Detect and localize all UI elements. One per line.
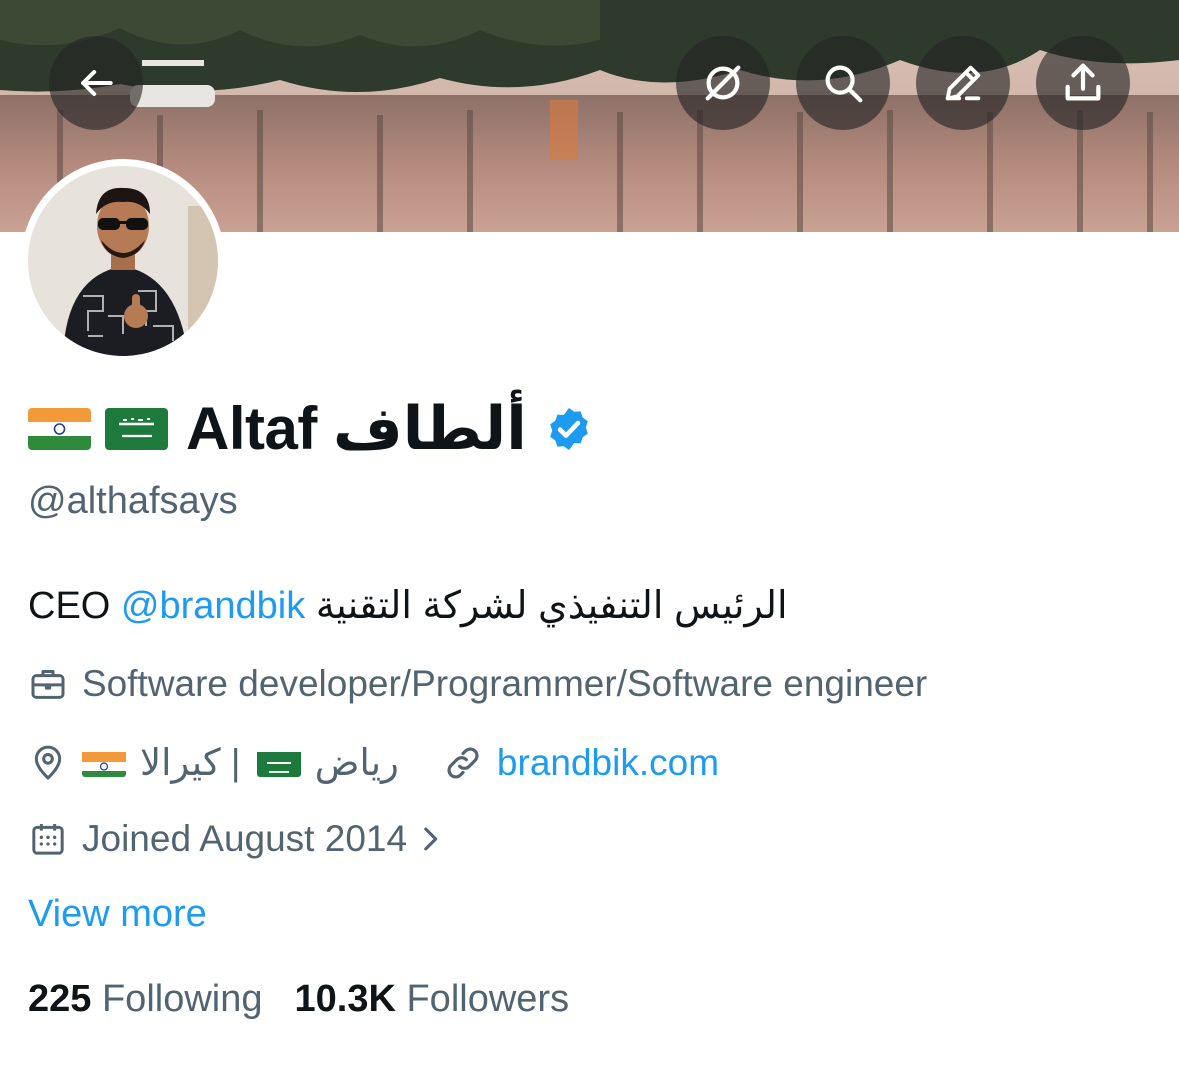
follow-stats: 225 Following 10.3K Followers (28, 978, 569, 1021)
search-icon (825, 65, 863, 103)
chevron-right-icon (424, 827, 438, 851)
india-flag-icon (28, 408, 91, 450)
following-stat[interactable]: 225 Following (28, 978, 263, 1021)
following-label: Following (101, 978, 263, 1020)
location-part-kerala: كيرالا (140, 742, 221, 783)
followers-count: 10.3K (294, 978, 396, 1020)
india-flag-small-icon (82, 748, 126, 777)
saudi-flag-small-icon (256, 748, 301, 777)
location-part-riyadh: رياض (314, 742, 399, 783)
share-button[interactable] (1036, 36, 1130, 130)
saudi-flag-icon (105, 408, 168, 450)
view-more-link[interactable]: View more (28, 893, 207, 936)
grok-button[interactable] (676, 36, 770, 130)
avatar[interactable] (21, 159, 225, 363)
bio-mention-link[interactable]: @brandbik (121, 585, 305, 627)
link-icon (447, 747, 479, 778)
joined-label: Joined August 2014 (82, 818, 408, 859)
share-icon (1065, 63, 1101, 101)
arrow-left-icon (81, 69, 113, 97)
followers-stat[interactable]: 10.3K Followers (295, 978, 570, 1021)
grok-icon (705, 65, 741, 101)
profile-category: Software developer/Programmer/Software e… (28, 663, 927, 705)
followers-label: Followers (406, 978, 570, 1020)
calendar-icon (32, 824, 64, 855)
category-label: Software developer/Programmer/Software e… (82, 663, 928, 704)
edit-icon (945, 65, 981, 101)
website-link[interactable]: brandbik.com (497, 742, 719, 784)
verified-badge-icon[interactable] (545, 405, 593, 453)
profile-bio: CEO @brandbik الرئيس التنفيذي لشركة التق… (28, 583, 788, 628)
location-pin-icon (34, 745, 62, 780)
profile-joined[interactable]: Joined August 2014 (28, 818, 447, 860)
edit-button[interactable] (916, 36, 1010, 130)
bio-text-prefix: CEO (28, 585, 121, 627)
profile-location-row: كيرالا | رياض brandbik.com (28, 741, 719, 784)
display-name: Altaf ألطاف (186, 395, 527, 462)
back-button[interactable] (49, 36, 143, 130)
bio-text-suffix: الرئيس التنفيذي لشركة التقنية (305, 585, 788, 627)
search-button[interactable] (796, 36, 890, 130)
location-separator: | (220, 741, 251, 783)
avatar-image (28, 166, 218, 356)
following-count: 225 (28, 978, 92, 1020)
profile-handle: @althafsays (28, 480, 238, 522)
briefcase-icon (31, 670, 65, 699)
name-row: Altaf ألطاف (28, 394, 593, 464)
